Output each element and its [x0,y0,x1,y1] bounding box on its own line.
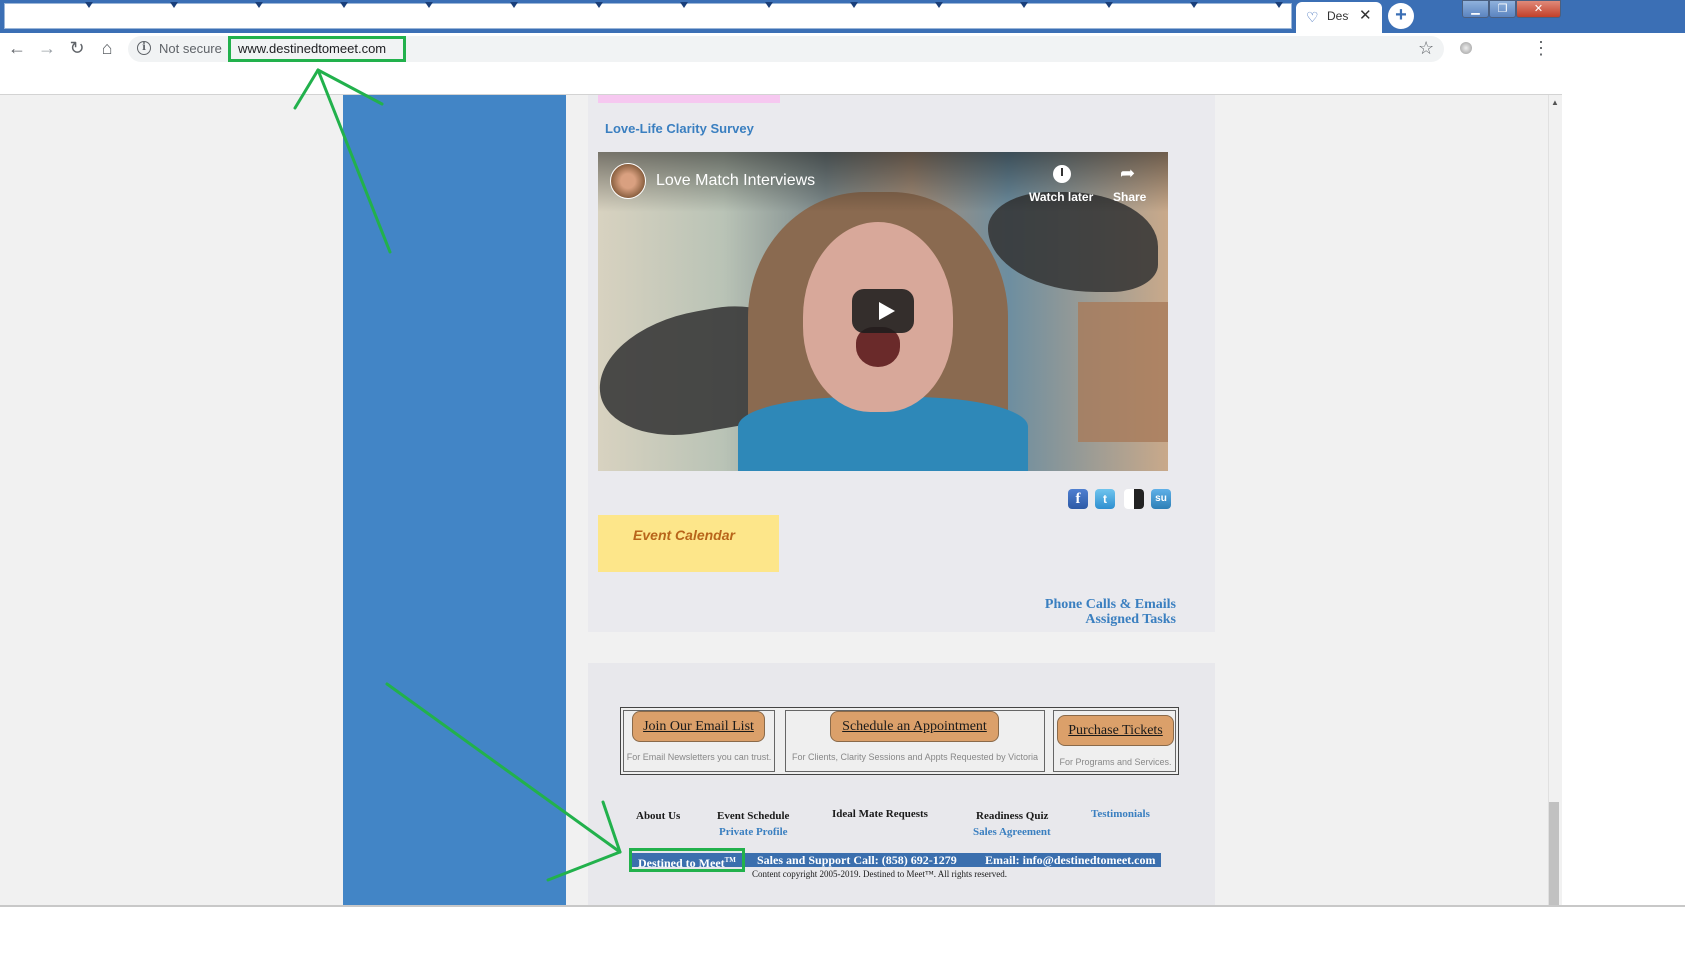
stumbleupon-icon[interactable]: su [1151,489,1171,509]
private-profile-link[interactable]: Private Profile [719,826,788,838]
purchase-tickets-button[interactable]: Purchase Tickets [1057,715,1174,746]
event-schedule-link[interactable]: Event Schedule [717,810,789,822]
person-mouth [856,327,900,367]
youtube-video[interactable]: Love Match Interviews Watch later ➦ Shar… [598,152,1168,471]
join-note: For Email Newsletters you can trust. [626,752,772,762]
channel-avatar[interactable] [610,163,646,199]
join-email-list-button[interactable]: Join Our Email List [632,711,765,742]
heart-favicon-icon: ♡ [1306,9,1319,25]
decorative-panel [1078,302,1168,442]
scrollbar-track[interactable] [1548,95,1562,905]
event-calendar-label[interactable]: Event Calendar [598,526,770,545]
url-highlight-box [228,36,406,62]
reload-icon[interactable]: ↻ [67,38,87,58]
readiness-quiz-link[interactable]: Readiness Quiz [976,810,1048,822]
menu-dots-icon[interactable]: ⋮ [1532,38,1550,59]
left-blue-column [343,95,566,905]
share-arrow-icon[interactable]: ➦ [1120,163,1135,184]
sales-phone[interactable]: Sales and Support Call: (858) 692-1279 [757,853,957,867]
about-us-link[interactable]: About Us [636,810,680,822]
minimize-button[interactable]: ▁ [1462,0,1489,18]
facebook-icon[interactable]: f [1068,489,1088,509]
close-window-button[interactable]: ✕ [1516,0,1561,18]
video-title[interactable]: Love Match Interviews [656,172,815,190]
schedule-appointment-button[interactable]: Schedule an Appointment [830,711,999,742]
play-triangle-icon [879,302,895,320]
share-label[interactable]: Share [1113,190,1146,204]
phone-link-line2[interactable]: Assigned Tasks [990,612,1176,627]
back-arrow-icon[interactable]: ← [7,38,27,58]
ideal-mate-link[interactable]: Ideal Mate Requests [832,808,928,820]
tab-close-icon[interactable]: ✕ [1359,6,1372,24]
right-margin [1562,33,1685,907]
contact-email[interactable]: Email: info@destinedtomeet.com [985,853,1155,867]
new-tab-button[interactable]: + [1388,3,1414,29]
below-window-area [0,907,1685,973]
phone-emails-link[interactable]: Phone Calls & Emails Assigned Tasks [990,597,1176,627]
tab-strip-inactive-area [4,2,1292,29]
scrollbar-thumb[interactable] [1549,802,1559,905]
tab-title: Desti [1327,9,1349,23]
bookmark-star-icon[interactable]: ☆ [1418,38,1434,59]
home-icon[interactable]: ⌂ [97,38,117,58]
scroll-up-arrow-icon[interactable]: ▲ [1548,98,1562,107]
phone-link-line1[interactable]: Phone Calls & Emails [990,597,1176,612]
schedule-note: For Clients, Clarity Sessions and Appts … [792,752,1038,762]
maximize-button[interactable]: ❐ [1489,0,1516,18]
tickets-note: For Programs and Services. [1059,757,1172,767]
clock-hand [1061,168,1063,176]
sales-agreement-link[interactable]: Sales Agreement [973,826,1051,838]
extension-icon[interactable] [1460,42,1472,54]
brand-highlight-box [629,848,745,872]
watch-later-label[interactable]: Watch later [1029,190,1093,204]
survey-link[interactable]: Love-Life Clarity Survey [605,121,754,136]
not-secure-label: Not secure [159,41,222,56]
forward-arrow-icon[interactable]: → [37,38,57,58]
twitter-icon[interactable]: t [1095,489,1115,509]
delicious-icon[interactable] [1124,489,1144,509]
info-icon[interactable]: i [137,41,151,55]
copyright-text: Content copyright 2005-2019. Destined to… [752,869,1008,879]
pink-strip [598,95,780,103]
testimonials-link[interactable]: Testimonials [1091,808,1150,820]
